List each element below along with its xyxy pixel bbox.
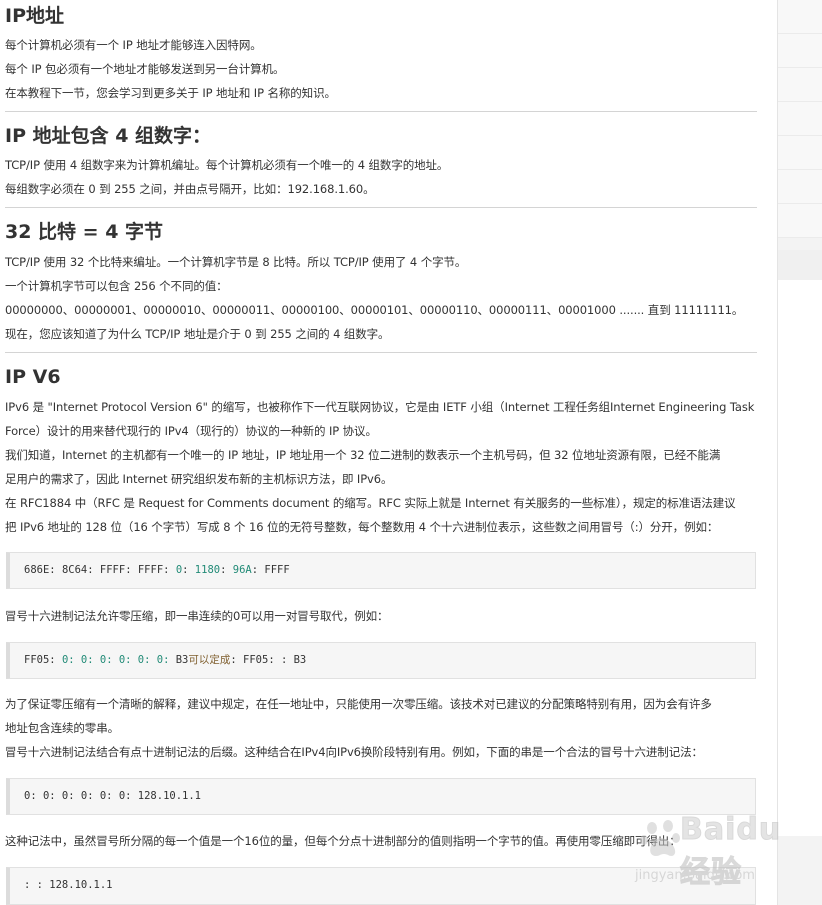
paragraph: 现在，您应该知道了为什么 TCP/IP 地址是介于 0 到 255 之间的 4 … xyxy=(5,327,390,341)
sidebar-slot[interactable] xyxy=(778,136,822,170)
code-punct: : xyxy=(251,564,265,576)
code-punct: : xyxy=(125,564,138,576)
paragraph: 每个计算机必须有一个 IP 地址才能够连入因特网。 xyxy=(5,38,262,52)
paragraph: TCP/IP 使用 4 组数字来为计算机编址。每个计算机必须有一个唯一的 4 组… xyxy=(5,158,449,172)
heading-ip-address: IP地址 xyxy=(5,5,64,27)
sidebar-slot[interactable] xyxy=(778,102,822,136)
code-punct: : xyxy=(87,564,100,576)
heading-bits-bytes: 32 比特 = 4 字节 xyxy=(5,221,164,243)
sidebar-slot[interactable] xyxy=(778,68,822,102)
section-divider xyxy=(5,111,757,112)
code-number: 0: 0: 0: 0: 0: 0: xyxy=(61,654,176,666)
section-ip-address: IP地址 xyxy=(5,2,64,30)
sidebar-slot[interactable] xyxy=(778,204,822,238)
sidebar-tab[interactable] xyxy=(778,250,822,280)
sidebar-slot[interactable] xyxy=(778,34,822,68)
section-ipv6: IP V6 xyxy=(5,363,61,391)
code-hex: 686E xyxy=(24,564,50,576)
paragraph: 在 RFC1884 中（RFC 是 Request for Comments d… xyxy=(5,496,736,510)
paragraph: 这种记法中，虽然冒号所分隔的每一个值是一个16位的量，但每个分点十进制部分的值则… xyxy=(5,834,681,848)
paragraph: 为了保证零压缩有一个清晰的解释，建议中规定，在任一地址中，只能使用一次零压缩。该… xyxy=(5,697,712,711)
section-bits-bytes: 32 比特 = 4 字节 xyxy=(5,218,163,246)
sidebar-panel xyxy=(778,250,822,836)
paragraph: Force）设计的用来替代现行的 IPv4（现行的）协议的一种新的 IP 协议。 xyxy=(5,424,377,438)
code-number: 96A xyxy=(232,564,252,576)
sidebar-slot[interactable] xyxy=(778,0,822,34)
paragraph: 我们知道，Internet 的主机都有一个唯一的 IP 地址，IP 地址用一个 … xyxy=(5,448,721,462)
paragraph: IPv6 是 "Internet Protocol Version 6" 的缩写… xyxy=(5,400,755,414)
code-hex: FF05: xyxy=(24,654,62,666)
paragraph: 每组数字必须在 0 到 255 之间，并由点号隔开，比如：192.168.1.6… xyxy=(5,182,375,196)
sidebar-slot[interactable] xyxy=(778,170,822,204)
paragraph: 足用户的需求了，因此 Internet 研究组织发布新的主机标识方法，即 IPv… xyxy=(5,472,393,486)
code-hex: 8C64 xyxy=(61,564,88,576)
code-hex: FFFF xyxy=(264,564,290,576)
paragraph: 一个计算机字节可以包含 256 个不同的值： xyxy=(5,279,228,293)
code-block-mixed-notation: 0: 0: 0: 0: 0: 0: 128.10.1.1 xyxy=(6,778,756,815)
paragraph: 地址包含连续的零串。 xyxy=(5,721,119,735)
code-hex: FFFF xyxy=(99,564,126,576)
code-punct: : xyxy=(182,564,195,576)
paw-logo-icon xyxy=(640,820,680,856)
code-comment: 可以定成 xyxy=(188,654,231,666)
section-four-groups: IP 地址包含 4 组数字： xyxy=(5,122,211,150)
section-divider xyxy=(5,352,757,353)
section-divider xyxy=(5,207,757,208)
paragraph: 每个 IP 包必须有一个地址才能够发送到另一台计算机。 xyxy=(5,62,285,76)
paragraph: 冒号十六进制记法结合有点十进制记法的后缀。这种结合在IPv4向IPv6换阶段特别… xyxy=(5,745,703,759)
article-content: IP地址 每个计算机必须有一个 IP 地址才能够连入因特网。 每个 IP 包必须… xyxy=(0,0,757,905)
paragraph: 在本教程下一节，您会学习到更多关于 IP 地址和 IP 名称的知识。 xyxy=(5,86,336,100)
code-punct: : xyxy=(220,564,233,576)
code-punct: : xyxy=(49,564,62,576)
baidu-watermark: Baidu经验 jingyan.baidu.com xyxy=(630,812,781,892)
paragraph: 冒号十六进制记法允许零压缩，即一串连续的0可以用一对冒号取代，例如： xyxy=(5,609,389,623)
code-block-ipv6-full: 686E: 8C64: FFFF: FFFF: 0: 1180: 96A: FF… xyxy=(6,552,756,589)
code-block-zero-compression: FF05: 0: 0: 0: 0: 0: 0: B3可以定成: FF05: : … xyxy=(6,642,756,679)
paragraph: TCP/IP 使用 32 个比特来编址。一个计算机字节是 8 比特。所以 TCP… xyxy=(5,255,467,269)
paragraph: 把 IPv6 地址的 128 位（16 个字节）写成 8 个 16 位的无符号整… xyxy=(5,520,719,534)
code-number: 1180 xyxy=(194,564,221,576)
code-hex: B3 xyxy=(175,654,189,666)
code-hex: FFFF xyxy=(137,564,164,576)
code-punct: : xyxy=(163,564,176,576)
heading-four-groups: IP 地址包含 4 组数字： xyxy=(5,125,212,147)
paragraph: 00000000、00000001、00000010、00000011、0000… xyxy=(5,303,744,317)
right-sidebar xyxy=(777,0,822,905)
code-hex: : FF05: : B3 xyxy=(230,654,307,666)
heading-ipv6: IP V6 xyxy=(5,366,61,388)
watermark-url: jingyan.baidu.com xyxy=(635,868,755,883)
